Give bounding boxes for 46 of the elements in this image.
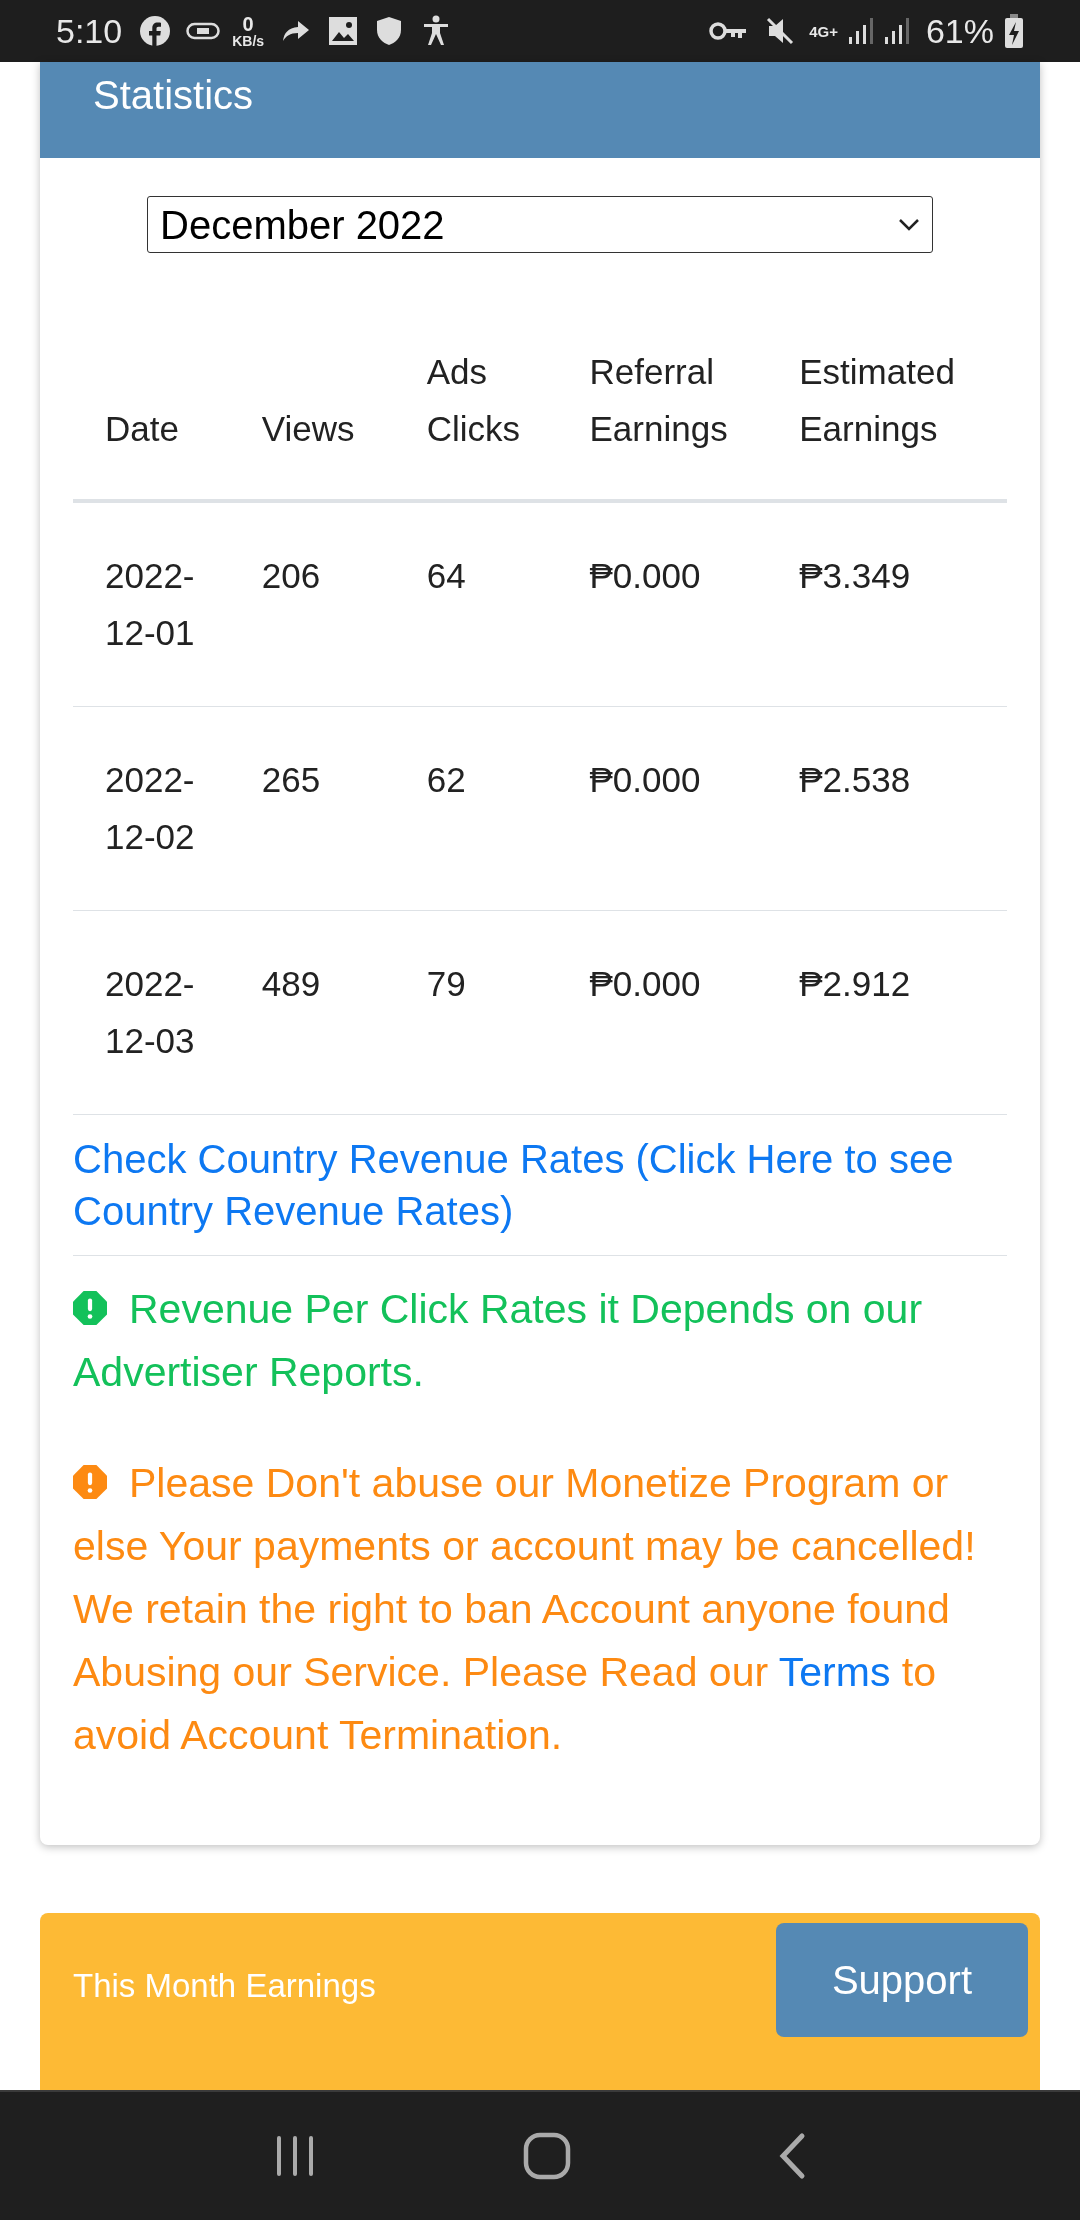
notice-text: Revenue Per Click Rates it Depends on our Advertiser Reports. [73,1285,924,1397]
month-select[interactable]: December 2022 [147,196,933,253]
date-cell-text: 2022- 12-03 [105,963,196,1062]
referral-cell: ₱0.000 [589,760,701,799]
battery-charging-icon [1004,14,1024,48]
estimated-cell: ₱2.538 [799,760,911,799]
terms-link[interactable]: Terms [778,1649,891,1695]
estimated-cell: ₱2.912 [799,964,911,1003]
home-icon[interactable] [523,2132,571,2180]
country-rates-link[interactable]: Check Country Revenue Rates (Click Here to see Country Revenue Rates) [73,1133,1007,1237]
date-cell-text: 2022- 12-01 [105,555,196,654]
notice-text: Please Don't abuse our Monetize Program or else Your payments or account may be cancelled! We retain the right to ban Account anyone found Abusing our Service. Please Read our Terms to avoid Account Termination. [73,1459,977,1760]
facebook-icon [140,16,171,46]
card-title: Statistics [93,75,254,115]
column-header: Estimated Earnings [799,351,956,450]
status-time: 5:10 [56,10,123,52]
ads-clicks-cell: 79 [426,964,466,1003]
accessibility-icon [422,15,451,47]
mute-icon [765,16,796,46]
battery-percent: 61% [925,10,994,52]
signal-icon [883,17,912,45]
share-arrow-icon [282,19,311,43]
support-button[interactable]: Support [776,1923,1028,2037]
key-icon [709,21,748,41]
referral-cell: ₱0.000 [589,964,701,1003]
views-cell: 206 [261,556,321,595]
shield-icon [376,16,403,46]
ads-clicks-cell: 62 [426,760,466,799]
views-cell: 489 [261,964,321,1003]
network-type: 4G+ [809,23,838,39]
column-header: Ads Clicks [426,351,521,450]
back-icon[interactable] [777,2132,807,2180]
speed-unit: KB/s [232,34,265,48]
date-cell-text: 2022- 12-02 [105,759,196,858]
estimated-cell: ₱3.349 [799,556,911,595]
column-header: Date [105,408,180,450]
column-header: Referral Earnings [589,351,729,450]
ads-clicks-cell: 64 [426,556,466,595]
signal-icon [847,17,876,45]
chevron-down-icon [898,217,920,232]
column-header: Views [261,408,356,450]
image-icon [328,16,359,46]
speed-value: 0 [242,14,254,34]
earnings-label: This Month Earnings [73,1966,376,2006]
referral-cell: ₱0.000 [589,556,701,595]
views-cell: 265 [261,760,321,799]
